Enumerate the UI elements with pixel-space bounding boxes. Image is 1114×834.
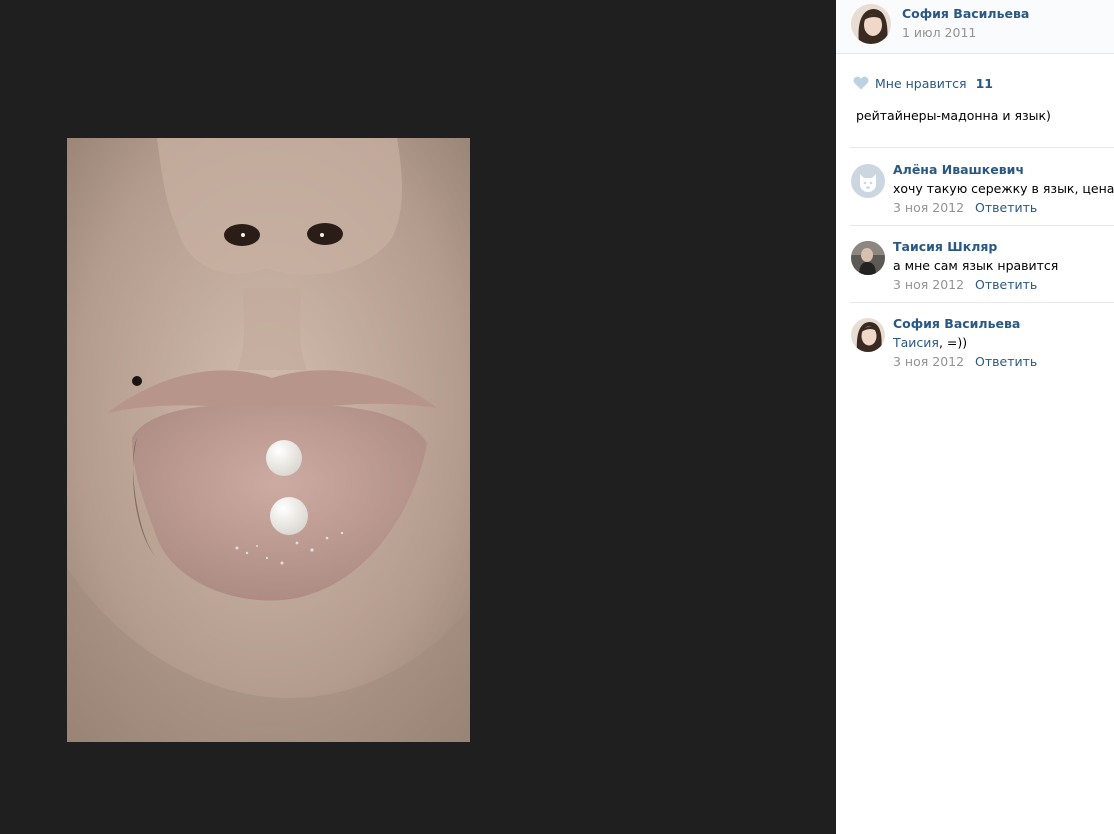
reply-button[interactable]: Ответить — [975, 277, 1037, 292]
divider — [850, 147, 1114, 148]
post-date[interactable]: 1 июл 2011 — [902, 25, 976, 40]
photo-info-panel: София Васильева 1 июл 2011 Мне нравится … — [836, 0, 1114, 834]
photo-caption: рейтайнеры-мадонна и язык) — [856, 108, 1051, 123]
author-header: София Васильева 1 июл 2011 — [836, 0, 1114, 54]
comment-date[interactable]: 3 ноя 2012 — [893, 354, 964, 369]
like-count: 11 — [975, 75, 993, 91]
comment: Таисия Шкляр а мне сам язык нравится 3 н… — [836, 227, 1114, 297]
author-avatar[interactable] — [851, 4, 891, 44]
author-name[interactable]: София Васильева — [902, 6, 1029, 21]
comment-date[interactable]: 3 ноя 2012 — [893, 200, 964, 215]
comment-date[interactable]: 3 ноя 2012 — [893, 277, 964, 292]
photo[interactable] — [67, 138, 470, 742]
divider — [850, 302, 1114, 303]
comment-text: Таисия, =)) — [893, 335, 967, 350]
comment-author[interactable]: Таисия Шкляр — [893, 239, 997, 254]
like-button[interactable]: Мне нравится 11 — [853, 74, 993, 92]
comment-text: а мне сам язык нравится — [893, 258, 1059, 273]
comment-meta: 3 ноя 2012 Ответить — [893, 277, 1037, 292]
comment-author[interactable]: Алёна Ивашкевич — [893, 162, 1024, 177]
heart-icon — [853, 76, 869, 90]
comment-avatar[interactable] — [851, 241, 885, 275]
like-label: Мне нравится — [875, 75, 967, 91]
comment-meta: 3 ноя 2012 Ответить — [893, 200, 1037, 215]
comment-avatar[interactable] — [851, 164, 885, 198]
comment-author[interactable]: София Васильева — [893, 316, 1020, 331]
reply-button[interactable]: Ответить — [975, 354, 1037, 369]
reply-button[interactable]: Ответить — [975, 200, 1037, 215]
comment: София Васильева Таисия, =)) 3 ноя 2012 О… — [836, 304, 1114, 374]
mention-link[interactable]: Таисия — [893, 335, 939, 350]
comment-avatar[interactable] — [851, 318, 885, 352]
divider — [850, 225, 1114, 226]
comment-text-body: , =)) — [938, 335, 968, 350]
comment-meta: 3 ноя 2012 Ответить — [893, 354, 1037, 369]
photo-viewer — [0, 0, 836, 834]
comment: Алёна Ивашкевич хочу такую сережку в язы… — [836, 150, 1114, 220]
comment-text: хочу такую сережку в язык, цена? — [893, 181, 1114, 196]
